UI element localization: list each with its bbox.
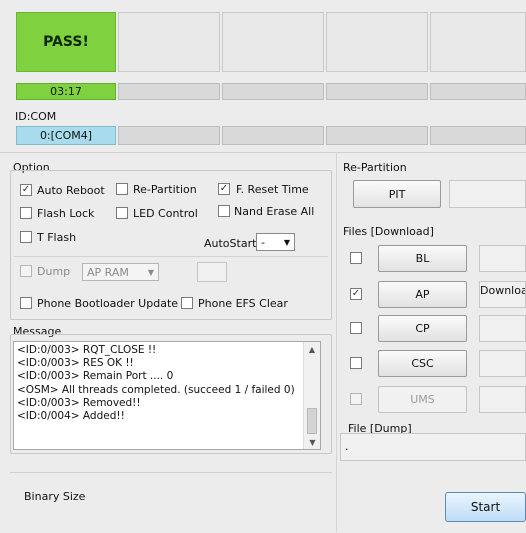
com-port-slot (430, 126, 526, 145)
dump-target-value: AP RAM (87, 265, 129, 279)
auto-reboot-label: Auto Reboot (37, 184, 105, 197)
dump-target-select[interactable]: AP RAM ▼ (82, 263, 159, 281)
binary-size-label: Binary Size (24, 490, 86, 503)
port-status-cell (430, 12, 526, 72)
progress-bar (326, 83, 428, 100)
log-line: <ID:0/003> Removed!! (17, 396, 141, 409)
scroll-up-icon[interactable]: ▲ (304, 342, 320, 356)
cp-path-field[interactable] (479, 315, 526, 342)
log-line: <OSM> All threads completed. (succeed 1 … (17, 383, 295, 396)
port-status-cell (118, 12, 220, 72)
chevron-down-icon: ▼ (283, 237, 291, 247)
nand-erase-all-label: Nand Erase All (234, 205, 315, 218)
led-control-checkbox[interactable] (116, 207, 128, 219)
dump-label: Dump (37, 265, 71, 278)
files-download-title: Files [Download] (343, 225, 434, 238)
chevron-down-icon: ▼ (147, 267, 155, 277)
csc-button[interactable]: CSC (378, 350, 467, 377)
autostart-label: AutoStart (204, 237, 257, 250)
phone-efs-clear-checkbox[interactable] (181, 297, 193, 309)
t-flash-label: T Flash (37, 231, 77, 244)
autostart-select[interactable]: - ▼ (256, 233, 295, 251)
ums-path-field[interactable] (479, 386, 526, 413)
scroll-down-icon[interactable]: ▼ (304, 435, 321, 449)
dump-button[interactable] (197, 262, 227, 282)
pit-button[interactable]: PIT (353, 180, 441, 208)
com-port-indicator: 0:[COM4] (16, 126, 116, 145)
right-panel-divider (336, 152, 337, 532)
progress-bar (222, 83, 324, 100)
option-divider (14, 256, 328, 257)
t-flash-checkbox[interactable] (20, 231, 32, 243)
id-com-label: ID:COM (15, 110, 57, 123)
auto-reboot-checkbox[interactable]: ✓ (20, 184, 32, 196)
message-log[interactable]: <ID:0/003> RQT_CLOSE !! <ID:0/003> RES O… (13, 341, 321, 450)
progress-bar (118, 83, 220, 100)
scrollbar-thumb[interactable] (307, 408, 317, 434)
phone-efs-clear-label: Phone EFS Clear (198, 297, 288, 310)
bl-button[interactable]: BL (378, 245, 467, 272)
ap-button[interactable]: AP (378, 281, 467, 308)
com-port-slot (222, 126, 324, 145)
dump-checkbox[interactable] (20, 265, 32, 277)
phone-bootloader-update-checkbox[interactable] (20, 297, 32, 309)
flash-lock-label: Flash Lock (37, 207, 95, 220)
ap-path-field[interactable]: Download (479, 281, 526, 308)
log-line: <ID:0/003> Remain Port .... 0 (17, 370, 174, 383)
flash-lock-checkbox[interactable] (20, 207, 32, 219)
divider (0, 152, 526, 153)
f-reset-time-label: F. Reset Time (236, 183, 309, 196)
bottom-divider (10, 472, 332, 473)
cp-checkbox[interactable] (350, 322, 362, 334)
led-control-label: LED Control (133, 207, 198, 220)
port-status-cell (222, 12, 324, 72)
start-button[interactable]: Start (445, 492, 526, 522)
ap-checkbox[interactable]: ✓ (350, 288, 362, 300)
pit-path-field[interactable] (449, 180, 526, 208)
com-port-slot (326, 126, 428, 145)
log-line: <ID:0/003> RES OK !! (17, 357, 134, 370)
file-dump-field[interactable]: . (340, 433, 526, 461)
elapsed-time-bar: 03:17 (16, 83, 116, 100)
log-line: <ID:0/004> Added!! (17, 410, 125, 423)
message-scrollbar[interactable]: ▲ ▼ (303, 342, 320, 449)
status-pass-indicator: PASS! (16, 12, 116, 72)
progress-bar (430, 83, 526, 100)
re-partition-checkbox[interactable] (116, 183, 128, 195)
ums-button[interactable]: UMS (378, 386, 467, 413)
f-reset-time-checkbox[interactable]: ✓ (218, 183, 230, 195)
bl-path-field[interactable] (479, 245, 526, 272)
cp-button[interactable]: CP (378, 315, 467, 342)
csc-checkbox[interactable] (350, 357, 362, 369)
phone-bootloader-update-label: Phone Bootloader Update (37, 297, 179, 310)
bl-checkbox[interactable] (350, 252, 362, 264)
com-port-slot (118, 126, 220, 145)
log-line: <ID:0/003> RQT_CLOSE !! (17, 344, 157, 356)
csc-path-field[interactable] (479, 350, 526, 377)
nand-erase-all-checkbox[interactable] (218, 205, 230, 217)
ums-checkbox[interactable] (350, 393, 362, 405)
repartition-title: Re-Partition (343, 161, 407, 174)
port-status-cell (326, 12, 428, 72)
autostart-value: - (261, 235, 265, 249)
re-partition-label: Re-Partition (133, 183, 197, 196)
